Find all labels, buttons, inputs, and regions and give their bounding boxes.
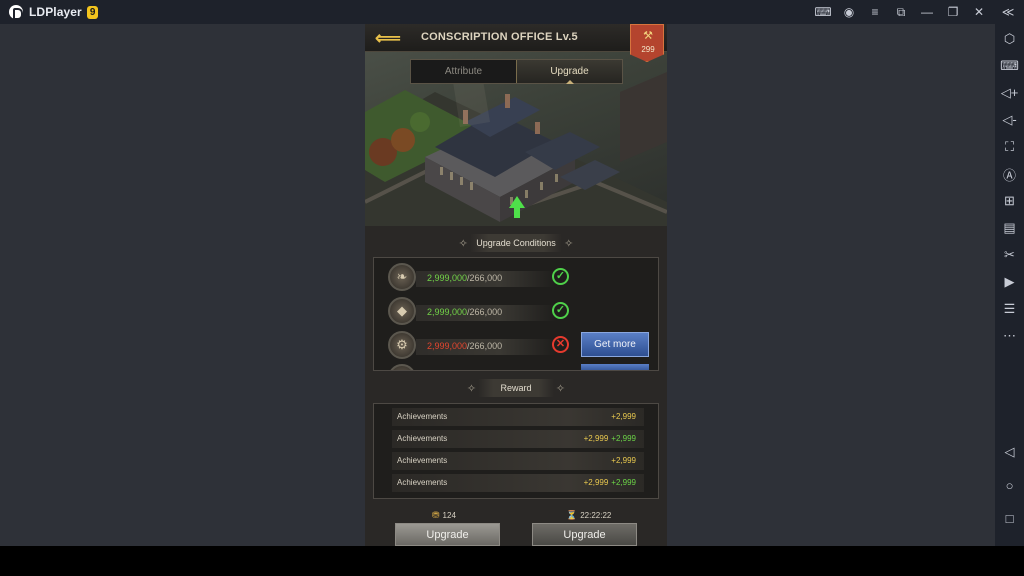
cross-icon: ✕ (552, 336, 569, 353)
upgrade-button[interactable]: Upgrade (532, 523, 637, 546)
account-icon[interactable]: ◉ (836, 0, 862, 24)
game-screen: ⟸ CONSCRIPTION OFFICE Lv.5 ⚒ 299 Attribu… (365, 24, 667, 546)
check-icon: ✓ (552, 302, 569, 319)
get-more-button[interactable]: Get more (581, 332, 649, 357)
upgrade-conditions-panel: ❧ 2,999,000/266,000 ✓ ◆ 2,999,000/266,000 ✓ ⚙ 2… (373, 257, 659, 371)
banner-value: 299 (641, 45, 655, 54)
hourglass-icon: ⏳ (566, 510, 578, 520)
troops-icon: ⚒ (643, 30, 653, 42)
condition-amount: 2,999,000/266,000 (427, 273, 502, 283)
condition-amount: 2,999,000/266,000 (427, 307, 502, 317)
reward-row: Achievements +2,999 (392, 408, 644, 426)
collapse-sidebar-icon[interactable]: ≪ (992, 0, 1024, 24)
reward-label: Achievements (397, 456, 448, 465)
home-nav-icon[interactable]: ○ (995, 475, 1024, 495)
amount-need: /266,000 (467, 341, 503, 351)
ornament-right-icon: ✧ (564, 237, 574, 250)
files-icon[interactable]: ☰ (995, 299, 1024, 319)
resize-icon[interactable]: ⧉ (888, 0, 914, 24)
fullscreen-icon[interactable]: ⛶ (995, 137, 1024, 157)
reward-header: ✧ Reward ✧ (453, 379, 579, 397)
more-icon[interactable]: ⋯ (995, 326, 1024, 346)
food-icon[interactable]: ❧ (388, 263, 416, 291)
upgrade-immediately-button[interactable]: Upgrade immediately (395, 523, 500, 546)
app-title: LDPlayer (29, 5, 82, 19)
window-controls: ⌨ ◉ ≡ ⧉ — ❐ ✕ ≪ (810, 0, 1024, 24)
upgrade-conditions-title: Upgrade Conditions (470, 234, 562, 252)
amount-need: /266,000 (467, 307, 503, 317)
reward-label: Achievements (397, 478, 448, 487)
level-banner[interactable]: ⚒ 299 (630, 24, 664, 62)
gold-coins-icon: ⛃ (432, 510, 440, 520)
reward-value: +2,999 (611, 412, 636, 421)
amount-need: /266,000 (467, 273, 503, 283)
time-cost-value: 22:22:22 (580, 511, 612, 520)
next-get-more-button[interactable] (581, 364, 649, 370)
reward-row: Achievements +2,999 +2,999 (392, 474, 644, 492)
emulator-title-bar: LDPlayer 9 ⌨ ◉ ≡ ⧉ — ❐ ✕ ≪ (0, 0, 1024, 24)
upgrade-conditions-header: ✧ Upgrade Conditions ✧ (453, 234, 579, 252)
ornament-right-icon: ✧ (555, 382, 566, 395)
iron-icon[interactable]: ⚙ (388, 331, 416, 359)
restore-icon[interactable]: ❐ (940, 0, 966, 24)
gold-cost-value: 124 (442, 511, 456, 520)
reward-values: +2,999 +2,999 (584, 434, 636, 443)
close-icon[interactable]: ✕ (966, 0, 992, 24)
tab-upgrade[interactable]: Upgrade (516, 60, 622, 84)
reward-values: +2,999 (611, 456, 636, 465)
time-cost: ⏳ 22:22:22 (566, 510, 611, 521)
reward-label: Achievements (397, 434, 448, 443)
reward-panel: Achievements +2,999 Achievements +2,999 +2,9… (373, 403, 659, 499)
tab-bar: Attribute Upgrade (410, 59, 623, 84)
page-title: CONSCRIPTION OFFICE Lv.5 (421, 31, 578, 43)
reward-bonus-value: +2,999 (611, 478, 636, 487)
bottom-bar (0, 546, 1024, 576)
record-icon[interactable]: ▶ (995, 272, 1024, 292)
resource-icon[interactable] (388, 364, 416, 370)
amount-have: 2,999,000 (427, 307, 468, 317)
volume-up-icon[interactable]: ◁+ (995, 83, 1024, 103)
ldplayer-logo: LDPlayer 9 (9, 5, 99, 20)
reward-label: Achievements (397, 412, 448, 421)
emulator-side-toolbar: ⬡ ⌨ ◁+ ◁- ⛶ Ⓐ ⊞ ▤ ✂ ▶ ☰ ⋯ ◁ ○ □ (995, 24, 1024, 546)
gamepad-icon[interactable]: ⌨ (810, 0, 836, 24)
back-nav-icon[interactable]: ◁ (995, 442, 1024, 462)
reward-value: +2,999 (583, 434, 609, 443)
ornament-left-icon: ✧ (458, 237, 468, 250)
keyboard-icon[interactable]: ⌨ (995, 56, 1024, 76)
reward-bonus-value: +2,999 (611, 434, 636, 443)
ldplayer-logo-icon (9, 5, 23, 20)
condition-amount: 2,999,000/266,000 (427, 341, 502, 351)
check-icon: ✓ (552, 268, 569, 285)
amount-have: 2,999,000 (427, 341, 468, 351)
scissors-icon[interactable]: ✂ (995, 245, 1024, 265)
condition-row: ❧ 2,999,000/266,000 ✓ (374, 262, 658, 292)
game-header: ⟸ CONSCRIPTION OFFICE Lv.5 (365, 24, 667, 52)
reward-values: +2,999 (611, 412, 636, 421)
menu-icon[interactable]: ≡ (862, 0, 888, 24)
reward-value: +2,999 (583, 478, 609, 487)
sync-icon[interactable]: Ⓐ (995, 164, 1024, 184)
amount-have: 2,999,000 (427, 273, 468, 283)
silver-icon[interactable]: ◆ (388, 297, 416, 325)
tab-attribute[interactable]: Attribute (411, 60, 516, 83)
condition-row: ◆ 2,999,000/266,000 ✓ (374, 296, 658, 326)
back-arrow-icon[interactable]: ⟸ (375, 28, 401, 48)
apk-icon[interactable]: ▤ (995, 218, 1024, 238)
reward-values: +2,999 +2,999 (584, 478, 636, 487)
reward-row: Achievements +2,999 +2,999 (392, 430, 644, 448)
gold-cost: ⛃ 124 (432, 510, 456, 521)
reward-row: Achievements +2,999 (392, 452, 644, 470)
reward-value: +2,999 (611, 456, 636, 465)
version-badge: 9 (86, 5, 99, 19)
reward-title: Reward (478, 379, 554, 397)
add-app-icon[interactable]: ⊞ (995, 191, 1024, 211)
minimize-icon[interactable]: — (914, 0, 940, 24)
settings-icon[interactable]: ⬡ (995, 29, 1024, 49)
volume-down-icon[interactable]: ◁- (995, 110, 1024, 130)
recents-nav-icon[interactable]: □ (995, 508, 1024, 528)
ornament-left-icon: ✧ (466, 382, 477, 395)
